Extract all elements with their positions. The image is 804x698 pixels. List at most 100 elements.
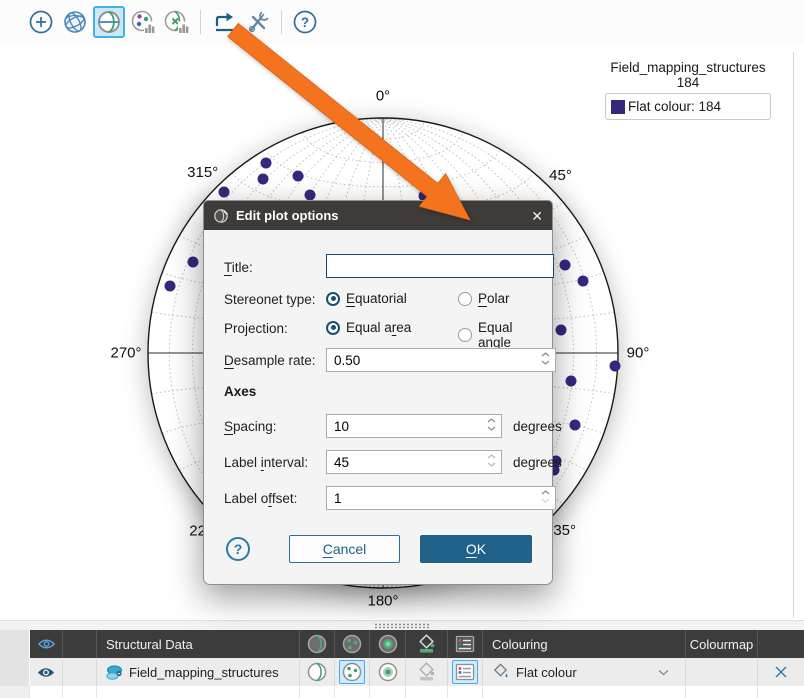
legend-swatch <box>611 100 625 114</box>
gutter-cell <box>0 630 30 658</box>
equatorial-radio[interactable] <box>326 292 340 306</box>
row-stereonet-points-toggle[interactable] <box>335 658 370 686</box>
toolbar: ? <box>0 0 804 44</box>
toolbar-separator <box>200 10 201 34</box>
colouring-value: Flat colour <box>516 665 577 680</box>
table-header-row: Structural Data <box>0 630 804 658</box>
equal-angle-radio-label: Equal angle <box>478 320 536 350</box>
cancel-button[interactable]: Cancel <box>289 535 400 563</box>
stereonet-points-icon <box>341 661 363 683</box>
row-colourmap-cell[interactable] <box>686 658 758 686</box>
export-button[interactable] <box>208 6 240 38</box>
equal-area-radio[interactable] <box>326 321 340 335</box>
spin-down-icon[interactable] <box>541 498 550 503</box>
spin-up-icon[interactable] <box>487 454 496 459</box>
row-stereonet-planes-toggle[interactable] <box>300 658 335 686</box>
dialog-title: Edit plot options <box>236 208 339 223</box>
equatorial-radio-label: Equatorial <box>346 291 407 306</box>
spacing-unit: degrees <box>513 419 562 434</box>
polar-radio[interactable] <box>458 292 472 306</box>
panel-divider <box>793 52 794 618</box>
row-spacer-cell <box>63 658 97 686</box>
gutter-cell <box>0 658 30 686</box>
svg-text:?: ? <box>301 15 309 30</box>
eye-icon <box>37 666 55 679</box>
legend-count: 184 <box>593 75 783 90</box>
legend-title: Field_mapping_structures <box>593 60 783 75</box>
ok-button[interactable]: OK <box>420 535 532 563</box>
spin-up-icon[interactable] <box>541 352 550 357</box>
label-interval-label: Label interval: <box>224 455 308 470</box>
colour-fill-header-cell <box>406 630 448 658</box>
label-offset-input[interactable] <box>327 491 535 506</box>
desample-rate-spinner <box>326 348 556 372</box>
row-name-cell[interactable]: Field_mapping_structures <box>97 658 300 686</box>
plot-legend: Field_mapping_structures 184 Flat colour… <box>593 60 783 120</box>
stereonet-contour-header-cell <box>370 630 406 658</box>
dialog-titlebar[interactable]: Edit plot options ✕ <box>204 201 552 230</box>
row-colour-fill-toggle[interactable] <box>406 658 448 686</box>
stereonet-icon <box>306 633 328 655</box>
splitter-handle[interactable] <box>374 623 430 629</box>
stereonet-type-label: Stereonet type: <box>224 292 316 307</box>
splitter <box>0 620 804 630</box>
paint-bucket-icon <box>492 663 510 681</box>
export-icon <box>211 9 237 35</box>
row-name: Field_mapping_structures <box>129 665 279 680</box>
stereonet-stats-icon <box>164 9 190 35</box>
colour-stats-icon <box>130 9 156 35</box>
colourmap-header: Colourmap <box>686 630 758 658</box>
row-stereonet-contour-toggle[interactable] <box>370 658 406 686</box>
label-interval-spinner <box>326 450 502 474</box>
help-button[interactable]: ? <box>289 6 321 38</box>
globe-icon <box>62 9 88 35</box>
list-icon <box>455 635 475 653</box>
colour-and-stats-button[interactable] <box>127 6 159 38</box>
row-colouring-cell: Flat colour <box>483 658 686 686</box>
spin-down-icon[interactable] <box>487 426 496 431</box>
spacing-input[interactable] <box>327 419 481 434</box>
desample-rate-label: Desample rate: <box>224 353 316 368</box>
stereonet-icon <box>96 9 122 35</box>
title-label: Title: <box>224 260 253 275</box>
selected-toggle-box <box>452 660 478 684</box>
dialog-help-button[interactable]: ? <box>226 537 250 561</box>
structural-data-header: Structural Data <box>97 630 300 658</box>
edit-stats-button[interactable] <box>161 6 193 38</box>
legend-list-header-cell <box>448 630 483 658</box>
label-offset-label: Label offset: <box>224 491 297 506</box>
list-icon <box>455 663 475 681</box>
spin-up-icon[interactable] <box>541 490 550 495</box>
remove-icon <box>774 665 788 679</box>
stereonet-button[interactable] <box>93 6 125 38</box>
table-empty-row <box>0 686 804 698</box>
add-button[interactable] <box>25 6 57 38</box>
toolbar-separator <box>281 10 282 34</box>
desample-rate-input[interactable] <box>327 353 535 368</box>
stereonet-points-icon <box>341 633 363 655</box>
tools-icon <box>245 9 271 35</box>
structural-data-icon <box>106 664 123 681</box>
label-interval-input[interactable] <box>327 455 481 470</box>
help-icon: ? <box>292 9 318 35</box>
colouring-dropdown[interactable]: Flat colour <box>492 658 685 686</box>
projection-label: Projection: <box>224 321 288 336</box>
spin-up-icon[interactable] <box>487 418 496 423</box>
table-row: Field_mapping_structures <box>0 658 804 686</box>
spin-down-icon[interactable] <box>487 462 496 467</box>
spacing-spinner <box>326 414 502 438</box>
equal-angle-radio[interactable] <box>458 328 472 342</box>
axis-label: 45° <box>549 167 572 184</box>
title-input[interactable] <box>326 254 554 278</box>
stereonet-points-header-cell <box>335 630 370 658</box>
tools-button[interactable] <box>242 6 274 38</box>
dialog-close-button[interactable]: ✕ <box>531 209 543 223</box>
row-visibility-toggle[interactable] <box>30 658 63 686</box>
label-interval-unit: degrees <box>513 455 562 470</box>
3d-view-button[interactable] <box>59 6 91 38</box>
spin-down-icon[interactable] <box>541 360 550 365</box>
row-remove-button[interactable] <box>758 658 804 686</box>
colouring-header: Colouring <box>483 630 686 658</box>
row-legend-list-toggle[interactable] <box>448 658 483 686</box>
visibility-header-cell[interactable] <box>30 630 63 658</box>
